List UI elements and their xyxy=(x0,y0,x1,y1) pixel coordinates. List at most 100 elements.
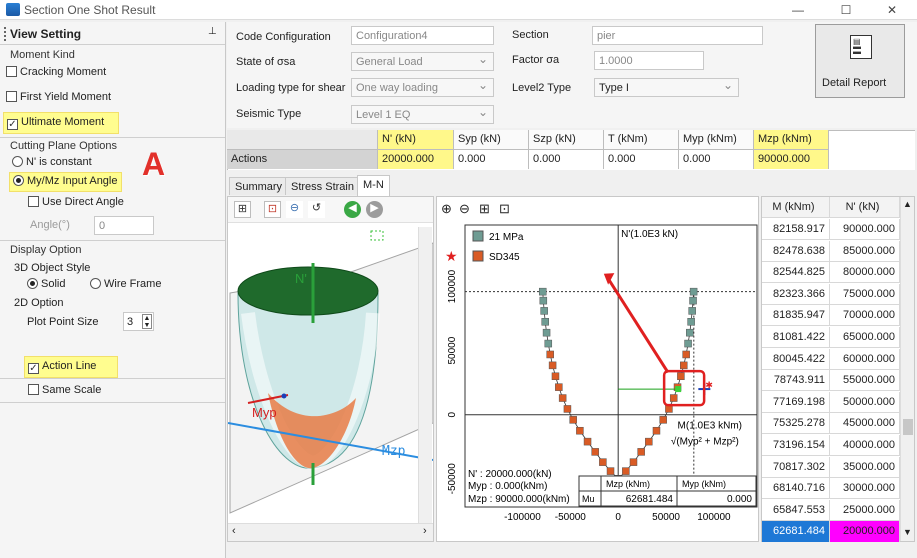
table-row[interactable]: 70817.302 35000.000 xyxy=(762,456,900,478)
table-row[interactable]: 65847.553 25000.000 xyxy=(762,499,900,521)
factor-field[interactable]: 1.0000 xyxy=(594,51,704,70)
cell-m[interactable]: 70817.302 xyxy=(762,456,830,478)
pin-icon[interactable]: ⊥ xyxy=(208,26,217,37)
cell-m[interactable]: 81835.947 xyxy=(762,305,830,327)
fit-view-icon[interactable]: ⊞ xyxy=(234,201,251,218)
seismic-dropdown[interactable]: Level 1 EQ xyxy=(351,105,494,124)
legend-swatch-1 xyxy=(472,230,484,242)
cell-m[interactable]: 82158.917 xyxy=(762,219,830,240)
table-row[interactable]: 81835.947 70000.000 xyxy=(762,305,900,327)
cell-m[interactable]: 68140.716 xyxy=(762,478,830,500)
cell-n[interactable]: 80000.000 xyxy=(830,262,900,284)
cell-n[interactable]: 40000.000 xyxy=(830,435,900,456)
action-line-checkbox[interactable]: Action Line xyxy=(24,356,118,378)
zoom-out-icon[interactable]: ⊖ xyxy=(286,201,303,218)
cell-n[interactable]: 60000.000 xyxy=(830,348,900,370)
zoom-window-icon[interactable]: ⊡ xyxy=(264,201,281,218)
section-field[interactable]: pier xyxy=(592,26,763,45)
zoom-fit-icon[interactable]: ⊞ xyxy=(479,201,490,217)
detail-report-button[interactable]: ▤ ▬ ▬ Detail Report xyxy=(815,24,905,98)
y-tick-label: 50000 xyxy=(447,336,458,364)
zoom-extents-icon[interactable]: ⊡ xyxy=(499,201,510,217)
table-scrollbar[interactable]: ▲ ▼ xyxy=(900,197,914,541)
cell-m[interactable]: 80045.422 xyxy=(762,348,830,370)
cell-m[interactable]: 82323.366 xyxy=(762,283,830,305)
table-row[interactable]: 82158.917 90000.000 xyxy=(762,219,900,240)
cell-m[interactable]: 65847.553 xyxy=(762,499,830,521)
scrollbar-thumb[interactable] xyxy=(903,419,913,435)
ultimate-moment-checkbox[interactable]: Ultimate Moment xyxy=(3,112,119,134)
mn-table[interactable]: M (kNm) N' (kN) 82158.917 90000.000 82478.… xyxy=(761,196,915,543)
cell-n[interactable]: 20000.000 xyxy=(830,521,900,543)
cell-m[interactable]: 78743.911 xyxy=(762,370,830,392)
wire-frame-radio[interactable]: Wire Frame xyxy=(90,278,161,290)
curve-point xyxy=(591,448,599,456)
close-button[interactable]: ✕ xyxy=(884,2,900,18)
table-row[interactable]: 82544.825 80000.000 xyxy=(762,262,900,284)
table-row[interactable]: 75325.278 45000.000 xyxy=(762,413,900,435)
loading-type-dropdown[interactable]: One way loading xyxy=(351,78,494,97)
table-row[interactable]: 82478.638 85000.000 xyxy=(762,240,900,262)
cell-n[interactable]: 30000.000 xyxy=(830,478,900,500)
cell-m[interactable]: 73196.154 xyxy=(762,435,830,456)
cell-szp[interactable]: 0.000 xyxy=(529,150,604,169)
rotate-icon[interactable]: ↺ xyxy=(308,201,325,218)
cell-m[interactable]: 82478.638 xyxy=(762,240,830,262)
cell-n[interactable]: 25000.000 xyxy=(830,499,900,521)
level2-dropdown[interactable]: Type I xyxy=(594,78,739,97)
cell-m[interactable]: 77169.198 xyxy=(762,391,830,413)
cell-n[interactable]: 45000.000 xyxy=(830,413,900,435)
maximize-button[interactable]: ☐ xyxy=(838,2,854,18)
cell-syp[interactable]: 0.000 xyxy=(454,150,529,169)
cell-m[interactable]: 82544.825 xyxy=(762,262,830,284)
cell-mzp[interactable]: 90000.000 xyxy=(754,150,829,169)
first-yield-checkbox[interactable]: First Yield Moment xyxy=(6,91,111,103)
back-icon[interactable]: ◀ xyxy=(344,201,361,218)
minimize-button[interactable]: — xyxy=(790,2,806,18)
cell-n[interactable]: 70000.000 xyxy=(830,305,900,327)
cell-m[interactable]: 62681.484 xyxy=(762,521,830,543)
same-scale-checkbox[interactable]: Same Scale xyxy=(28,384,101,396)
cell-myp[interactable]: 0.000 xyxy=(679,150,754,169)
use-direct-angle-checkbox[interactable]: Use Direct Angle xyxy=(28,196,124,208)
table-row[interactable]: 62681.484 20000.000 xyxy=(762,521,900,543)
y-tick-label: 100000 xyxy=(447,269,458,303)
cell-n[interactable]: 55000.000 xyxy=(830,370,900,392)
tab-mn[interactable]: M-N xyxy=(357,175,390,196)
state-dropdown[interactable]: General Load xyxy=(351,52,494,71)
cell-n[interactable]: 85000.000 xyxy=(830,240,900,262)
cell-n[interactable]: 75000.000 xyxy=(830,283,900,305)
table-row[interactable]: 68140.716 30000.000 xyxy=(762,478,900,500)
solid-radio[interactable]: Solid xyxy=(27,278,65,290)
forward-icon[interactable]: ▶ xyxy=(366,201,383,218)
horizontal-scrollbar[interactable]: ‹ › xyxy=(228,523,433,541)
cell-n[interactable]: 35000.000 xyxy=(830,456,900,478)
mymz-angle-radio[interactable]: My/Mz Input Angle xyxy=(9,172,122,192)
angle-input[interactable]: 0 xyxy=(94,216,154,235)
n-constant-radio[interactable]: N' is constant xyxy=(12,156,92,168)
table-row[interactable]: 77169.198 50000.000 xyxy=(762,391,900,413)
tab-summary[interactable]: Summary xyxy=(229,177,289,195)
cell-m[interactable]: 81081.422 xyxy=(762,327,830,348)
display-option-label: Display Option xyxy=(10,244,82,256)
cell-n[interactable]: 90000.000 xyxy=(830,219,900,240)
cell-n[interactable]: 20000.000 xyxy=(378,150,454,169)
table-row[interactable]: 78743.911 55000.000 xyxy=(762,370,900,392)
table-row[interactable]: 81081.422 65000.000 xyxy=(762,327,900,348)
cell-n[interactable]: 65000.000 xyxy=(830,327,900,348)
table-row[interactable]: 73196.154 40000.000 xyxy=(762,435,900,456)
mn-chart-panel[interactable]: ⊕ ⊖ ⊞ ⊡ -100000 -50000 0 50000 100000 100000 5… xyxy=(436,196,759,542)
vertical-scrollbar[interactable] xyxy=(418,227,432,523)
cracking-moment-checkbox[interactable]: Cracking Moment xyxy=(6,66,106,78)
table-row[interactable]: 80045.422 60000.000 xyxy=(762,348,900,370)
code-config-field[interactable]: Configuration4 xyxy=(351,26,494,45)
cell-t[interactable]: 0.000 xyxy=(604,150,679,169)
tab-stress-strain[interactable]: Stress Strain xyxy=(285,177,360,195)
cell-n[interactable]: 50000.000 xyxy=(830,391,900,413)
zoom-out-chart-icon[interactable]: ⊖ xyxy=(459,201,470,217)
plot-size-spinner[interactable]: 3 ▲ ▼ xyxy=(123,312,154,331)
cell-m[interactable]: 75325.278 xyxy=(762,413,830,435)
table-row[interactable]: 82323.366 75000.000 xyxy=(762,283,900,305)
plot-3d-panel[interactable]: ⊞ ⊡ ⊖ ↺ ◀ ▶ N' Myp Mzp ‹ › xyxy=(227,196,434,542)
zoom-in-icon[interactable]: ⊕ xyxy=(441,201,452,217)
